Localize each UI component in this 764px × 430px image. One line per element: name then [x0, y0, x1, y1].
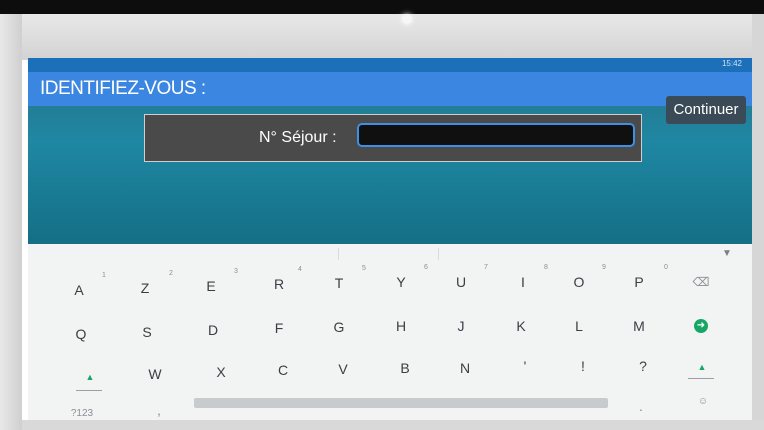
- key-r[interactable]: R: [264, 276, 294, 292]
- key-d[interactable]: D: [198, 322, 228, 338]
- status-bar: 15:42: [28, 58, 752, 72]
- page-title: IDENTIFIEZ-VOUS :: [40, 78, 206, 99]
- stay-number-form: N° Séjour :: [144, 114, 642, 162]
- tablet-screen: 15:42 IDENTIFIEZ-VOUS : Continuer N° Séj…: [28, 58, 752, 420]
- key-i[interactable]: I: [508, 274, 538, 290]
- key-exclamation[interactable]: !: [568, 358, 598, 374]
- key-r-hint: 4: [298, 266, 302, 273]
- key-k[interactable]: K: [506, 318, 536, 334]
- monitor-bezel: [0, 0, 764, 14]
- backspace-icon[interactable]: ⌫: [686, 275, 716, 289]
- emoji-icon[interactable]: ☺: [688, 396, 718, 407]
- key-z[interactable]: Z: [130, 280, 160, 296]
- shift-underline: [76, 390, 102, 391]
- key-q[interactable]: Q: [66, 326, 96, 342]
- shift-right-icon[interactable]: ▲: [692, 362, 712, 372]
- key-z-hint: 2: [169, 270, 173, 277]
- device-frame-right: [752, 14, 764, 430]
- mic-icon[interactable]: ▼: [722, 248, 732, 259]
- shift-right-underline: [688, 378, 714, 379]
- stay-number-input[interactable]: [357, 123, 635, 147]
- key-p-hint: 0: [664, 264, 668, 271]
- key-n[interactable]: N: [450, 360, 480, 376]
- key-a[interactable]: A: [64, 282, 94, 298]
- key-c[interactable]: C: [268, 362, 298, 378]
- space-bar[interactable]: [194, 398, 608, 408]
- key-h[interactable]: H: [386, 318, 416, 334]
- key-x[interactable]: X: [206, 364, 236, 380]
- key-u-hint: 7: [484, 264, 488, 271]
- key-f[interactable]: F: [264, 320, 294, 336]
- key-b[interactable]: B: [390, 360, 420, 376]
- stay-number-label: N° Séjour :: [259, 129, 337, 146]
- key-e-hint: 3: [234, 268, 238, 275]
- continue-button[interactable]: Continuer: [666, 96, 746, 124]
- key-o[interactable]: O: [564, 274, 594, 290]
- key-a-hint: 1: [102, 272, 106, 279]
- suggestion-divider: [338, 248, 339, 260]
- key-g[interactable]: G: [324, 319, 354, 335]
- key-t-hint: 5: [362, 265, 366, 272]
- key-l[interactable]: L: [564, 318, 594, 334]
- enter-icon[interactable]: ➜: [694, 319, 708, 333]
- camera-reflection: [402, 14, 412, 24]
- status-time: 15:42: [721, 59, 742, 68]
- key-o-hint: 9: [602, 264, 606, 271]
- suggestion-bar: ▼: [28, 244, 752, 264]
- symbols-key[interactable]: ?123: [64, 408, 100, 419]
- suggestion-divider: [438, 248, 439, 260]
- key-j[interactable]: J: [446, 318, 476, 334]
- key-u[interactable]: U: [446, 274, 476, 290]
- key-t[interactable]: T: [324, 275, 354, 291]
- title-bar: IDENTIFIEZ-VOUS :: [28, 72, 752, 106]
- key-m[interactable]: M: [624, 318, 654, 334]
- key-e[interactable]: E: [196, 278, 226, 294]
- key-s[interactable]: S: [132, 324, 162, 340]
- comma-key[interactable]: ,: [144, 402, 174, 418]
- device-frame-bottom: [22, 420, 764, 430]
- period-key[interactable]: .: [626, 398, 656, 414]
- key-v[interactable]: V: [328, 361, 358, 377]
- key-p[interactable]: P: [624, 274, 654, 290]
- onscreen-keyboard: ▼ A 1 Z 2 E 3 R 4 T 5 Y 6 U 7 I 8 O 9 P …: [28, 244, 752, 420]
- device-frame-top: [22, 14, 764, 60]
- key-apostrophe[interactable]: ': [510, 358, 540, 374]
- key-y-hint: 6: [424, 264, 428, 271]
- device-frame-left: [0, 14, 22, 430]
- key-i-hint: 8: [544, 264, 548, 271]
- shift-icon[interactable]: ▲: [80, 372, 100, 382]
- key-w[interactable]: W: [140, 366, 170, 382]
- key-y[interactable]: Y: [386, 274, 416, 290]
- key-question[interactable]: ?: [628, 358, 658, 374]
